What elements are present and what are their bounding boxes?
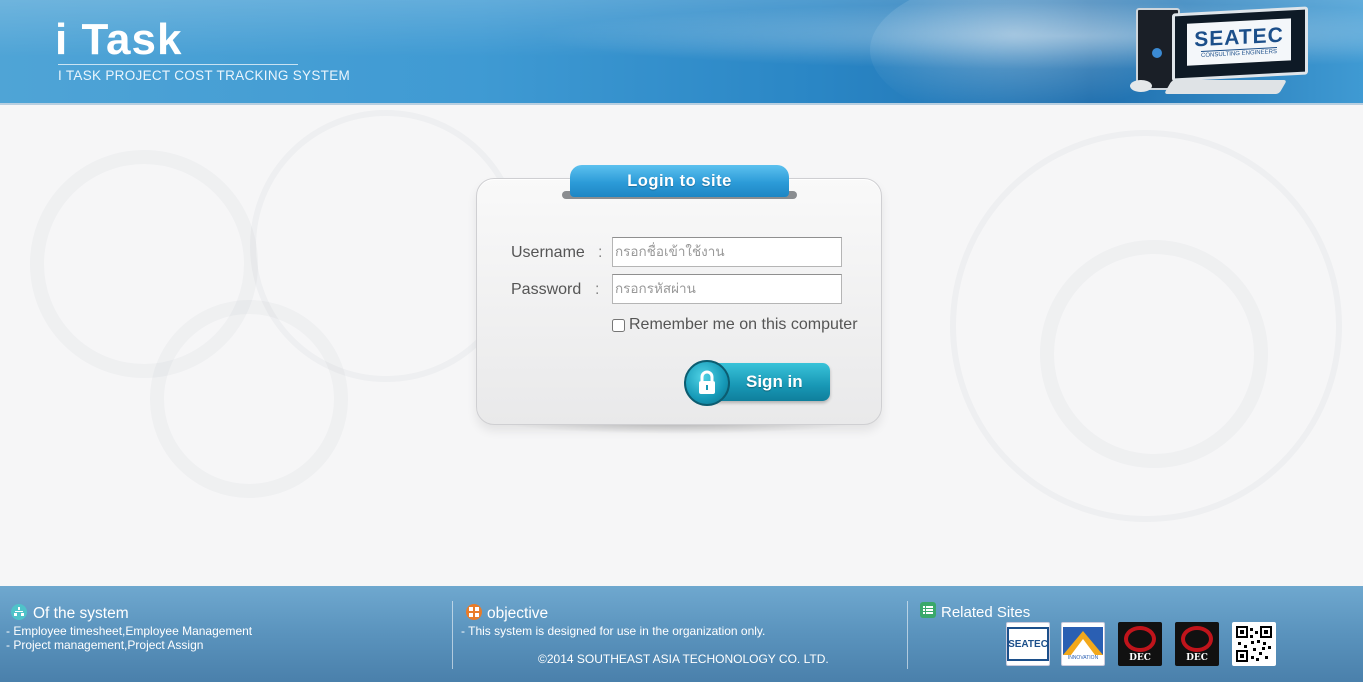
sitemap-icon <box>11 604 27 620</box>
dec-logo-ring <box>1124 626 1156 652</box>
sign-in-label: Sign in <box>746 372 803 391</box>
grid-icon <box>466 604 482 620</box>
company-logo: SEATEC CONSULTING ENGINEERS <box>1187 18 1291 66</box>
header-banner: i Task I TASK PROJECT COST TRACKING SYST… <box>0 0 1363 105</box>
related-sites-heading: Related Sites <box>941 604 1031 621</box>
seatec-logo-text: SEATEC <box>1008 638 1048 650</box>
remember-me-checkbox[interactable] <box>612 318 625 332</box>
username-colon: : <box>598 244 603 261</box>
system-heading: Of the system <box>33 605 129 622</box>
dec-logo-2: DEC <box>1177 624 1217 664</box>
app-subtitle: I TASK PROJECT COST TRACKING SYSTEM <box>58 68 351 83</box>
sitemap-glyph <box>14 607 24 616</box>
dec-logo-1: DEC <box>1120 624 1160 664</box>
qr-code-icon <box>1235 625 1273 663</box>
remember-me[interactable]: Remember me on this computer <box>612 316 858 334</box>
grid-glyph <box>469 607 479 617</box>
title-divider <box>58 64 298 65</box>
keyboard-icon <box>1163 80 1288 94</box>
password-input[interactable] <box>612 274 842 304</box>
footer-divider <box>452 601 453 669</box>
copyright-text: ©2014 SOUTHEAST ASIA TECHONOLOGY CO. LTD… <box>538 652 829 666</box>
seatec-logo-frame: SEATEC <box>1007 627 1049 661</box>
dec-site-link-2[interactable]: DEC <box>1175 622 1219 666</box>
login-tab-title: Login to site <box>570 165 789 197</box>
monitor-icon: SEATEC CONSULTING ENGINEERS <box>1172 6 1308 82</box>
objective-heading: objective <box>487 605 549 622</box>
password-label: Password <box>511 281 582 298</box>
dec-site-link-1[interactable]: DEC <box>1118 622 1162 666</box>
innovation-site-link[interactable]: INNOVATION <box>1061 622 1105 666</box>
lock-icon <box>699 370 715 394</box>
dec-logo-text: DEC <box>1129 653 1151 663</box>
sign-in-icon-circle <box>684 360 730 406</box>
seatec-site-link[interactable]: SEATEC <box>1006 622 1050 666</box>
innovation-logo-icon <box>1063 627 1103 655</box>
qr-code-link[interactable] <box>1232 622 1276 666</box>
remember-me-label: Remember me on this computer <box>629 316 858 333</box>
dec-logo-ring <box>1181 626 1213 652</box>
username-label: Username <box>511 244 585 261</box>
objective-line: - This system is designed for use in the… <box>461 624 766 638</box>
system-line-2: - Project management,Project Assign <box>6 638 204 652</box>
tower-light <box>1152 48 1162 58</box>
username-input[interactable] <box>612 237 842 267</box>
list-glyph <box>923 606 933 614</box>
footer-divider <box>907 601 908 669</box>
list-icon <box>920 602 936 618</box>
password-colon: : <box>595 281 600 298</box>
sign-in-button[interactable]: Sign in <box>684 360 832 406</box>
background-ring <box>1040 240 1268 468</box>
dec-logo-text: DEC <box>1186 653 1208 663</box>
innovation-logo-text: INNOVATION <box>1067 655 1099 661</box>
system-line-1: - Employee timesheet,Employee Management <box>6 624 253 638</box>
app-title: i Task <box>55 15 183 64</box>
mouse-icon <box>1130 80 1152 92</box>
